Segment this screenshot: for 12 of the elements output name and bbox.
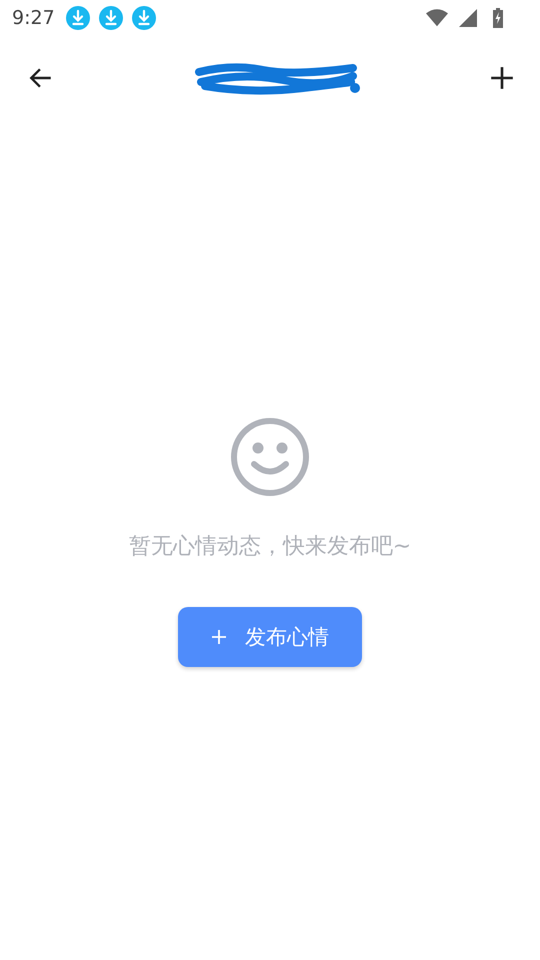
signal-icon [457,8,479,28]
download-icon [98,6,123,30]
post-mood-button[interactable]: 发布心情 [178,607,362,667]
smiley-icon [230,417,310,497]
status-time: 9:27 [12,7,55,29]
empty-message: 暂无心情动态，快来发布吧~ [128,533,412,561]
download-icon [66,6,90,30]
battery-icon [492,8,504,28]
download-icon [132,6,156,30]
plus-icon [211,629,227,645]
add-icon[interactable] [489,65,515,91]
wifi-icon [426,8,448,28]
